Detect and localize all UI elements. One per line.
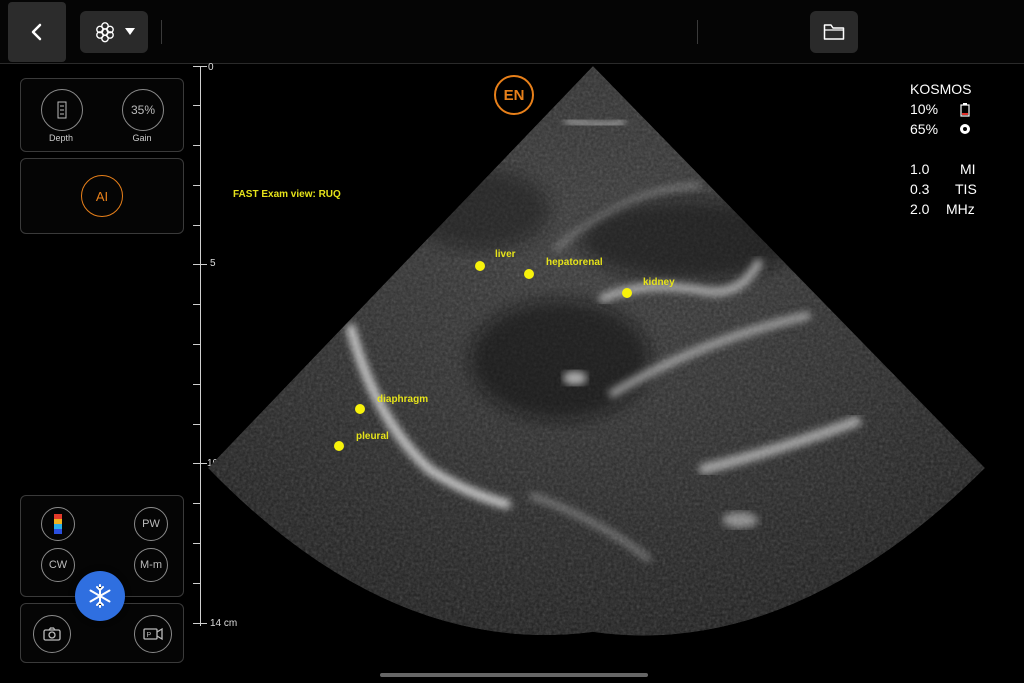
tis-value: 0.3 [910,181,930,197]
annotation-marker-liver[interactable] [475,261,485,271]
frequency-value: 2.0 [910,201,930,217]
device-name: KOSMOS [910,81,972,97]
mi-label: MI [960,161,976,177]
probe-status-icon [960,124,970,134]
annotation-marker-diaphragm[interactable] [355,404,365,414]
annotation-label-kidney: kidney [643,277,675,288]
mi-value: 1.0 [910,161,930,177]
home-indicator[interactable] [380,673,648,677]
tis-label: TIS [955,181,977,197]
probe-battery-level: 65% [910,121,939,137]
annotation-label-liver: liver [495,249,516,260]
annotation-label-pleural: pleural [356,431,389,442]
frequency-label: MHz [946,201,975,217]
annotation-marker-kidney[interactable] [622,288,632,298]
view-title: FAST Exam view: RUQ [233,189,341,200]
annotation-marker-hepatorenal[interactable] [524,269,534,279]
annotation-label-diaphragm: diaphragm [377,394,429,405]
logo-text: EN [503,86,525,104]
annotation-label-hepatorenal: hepatorenal [546,257,603,268]
battery-icon [960,103,970,117]
annotation-marker-pleural[interactable] [334,441,344,451]
battery-level: 10% [910,101,939,117]
en-logo: EN [494,75,534,115]
